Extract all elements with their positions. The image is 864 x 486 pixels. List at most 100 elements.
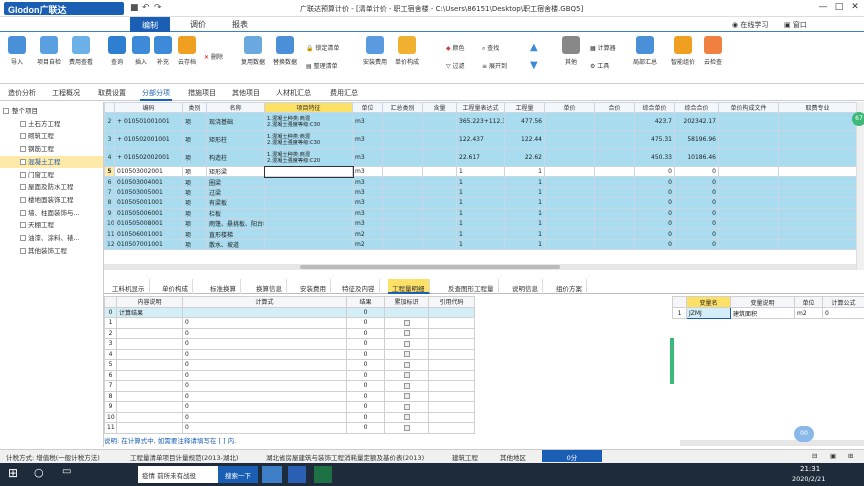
tab-other-items[interactable]: 其他项目	[232, 88, 260, 98]
cell-total[interactable]: 0	[674, 238, 719, 251]
accumulate-checkbox[interactable]	[403, 361, 410, 368]
cell-type[interactable]: 项	[182, 130, 207, 149]
table-row[interactable]: 6 010503004001 项圈梁 m3 1 1 0 0	[104, 176, 856, 188]
lower-cell-formula[interactable]: 0	[182, 359, 347, 371]
cell-total[interactable]: 58196.96	[674, 130, 719, 149]
cell-type[interactable]: 项	[182, 148, 207, 167]
cell-empty[interactable]	[544, 112, 595, 131]
cell-uprice[interactable]: 450.33	[634, 148, 675, 167]
cell-empty[interactable]	[778, 228, 856, 240]
cell-unit[interactable]: m3	[352, 207, 383, 219]
table-row[interactable]: 0 计算结果 0	[104, 306, 475, 318]
table-row[interactable]: 5 010503002001 项矩形梁 m3 1 1 0 0	[104, 165, 856, 178]
cell-empty[interactable]	[382, 197, 423, 209]
cell-empty[interactable]	[544, 186, 595, 199]
accumulate-checkbox[interactable]	[403, 330, 410, 337]
tree-item-3[interactable]: 钢筋工程	[0, 143, 103, 156]
cell-empty[interactable]	[778, 238, 856, 251]
cell-empty[interactable]	[422, 112, 457, 131]
lower-cell-empty[interactable]	[428, 380, 475, 392]
tab-sub-items[interactable]: 分部分项	[140, 85, 172, 101]
cell-total[interactable]: 202342.17	[674, 112, 719, 131]
cell-empty[interactable]	[544, 148, 595, 167]
cell-uprice[interactable]: 0	[634, 197, 675, 209]
lower-cell-desc[interactable]	[116, 359, 183, 371]
grid-header-13[interactable]: 单价构成文件	[718, 102, 779, 113]
install-fee-button[interactable]: 安装费用	[362, 36, 388, 66]
cell-empty[interactable]	[422, 148, 457, 167]
lower-cell-desc[interactable]: 计算结果	[116, 306, 183, 318]
other-button[interactable]: 其他	[558, 36, 584, 66]
cell-qty[interactable]: 1	[504, 176, 545, 188]
table-row[interactable]: 1 00	[104, 317, 475, 329]
tree-item-7[interactable]: 楼地面装饰工程	[0, 194, 103, 207]
lower-cell-empty[interactable]	[428, 306, 475, 318]
cell-name[interactable]: 矩形柱	[206, 130, 265, 149]
cell-code[interactable]: 010503004001	[114, 176, 183, 188]
cell-feature[interactable]	[264, 197, 353, 209]
cell-expr[interactable]: 1	[456, 176, 505, 188]
search-icon[interactable]: ○	[34, 466, 44, 483]
cell-empty[interactable]	[718, 165, 779, 178]
lower-cell-empty[interactable]	[428, 369, 475, 381]
move-up-icon[interactable]: ▲	[530, 42, 538, 53]
grid-header-11[interactable]: 综合单价	[634, 102, 675, 113]
lower-header-2[interactable]: 结果	[346, 296, 385, 308]
cell-uprice[interactable]: 0	[634, 228, 675, 240]
tree-item-9[interactable]: 天棚工程	[0, 219, 103, 232]
cell-empty[interactable]	[382, 217, 423, 230]
supplement-button[interactable]: 补充	[150, 36, 176, 66]
cell-expr[interactable]: 122.437	[456, 130, 505, 149]
expand-to-button[interactable]: ≡ 展开到	[482, 61, 507, 70]
cell-empty[interactable]	[594, 186, 635, 199]
grid-header-0[interactable]: 编码	[114, 102, 183, 113]
grid-header-10[interactable]: 合价	[594, 102, 635, 113]
cell-name[interactable]: 雨篷、悬挑板、阳台板	[206, 217, 265, 230]
cell-total[interactable]: 0	[674, 228, 719, 240]
cell-empty[interactable]	[382, 186, 423, 199]
lower-cell-formula[interactable]: 0	[182, 401, 347, 413]
cell-unit[interactable]: m2	[352, 228, 383, 240]
cell-total[interactable]: 0	[674, 176, 719, 188]
tab-cost-analysis[interactable]: 造价分析	[8, 88, 36, 98]
tree-item-2[interactable]: 砌筑工程	[0, 130, 103, 143]
grid-header-6[interactable]: 含量	[422, 102, 457, 113]
cell-type[interactable]: 项	[182, 238, 207, 251]
lower-header-0[interactable]: 内容说明	[116, 296, 183, 308]
accumulate-checkbox[interactable]	[403, 319, 410, 326]
cell-code[interactable]: 010503005001	[114, 186, 183, 199]
grid-header-9[interactable]: 单价	[544, 102, 595, 113]
cell-feature[interactable]	[264, 217, 353, 230]
cell-empty[interactable]	[544, 207, 595, 219]
cell-code[interactable]: 010505006001	[114, 207, 183, 219]
accumulate-checkbox[interactable]	[403, 372, 410, 379]
expand-row-icon[interactable]: +	[117, 136, 124, 143]
var-header-3[interactable]: 计算公式	[822, 296, 864, 308]
cell-qty[interactable]: 122.44	[504, 130, 545, 149]
lower-cell-formula[interactable]: 0	[182, 390, 347, 402]
tree-item-11[interactable]: 其他装饰工程	[0, 245, 103, 258]
undo-icon[interactable]: ↶	[142, 3, 150, 13]
cell-empty[interactable]	[594, 197, 635, 209]
lower-header-4[interactable]: 引用代码	[428, 296, 475, 308]
tree-item-5[interactable]: 门窗工程	[0, 169, 103, 182]
table-row[interactable]: 10 010505008001 项雨篷、悬挑板、阳台板 m3 1 1 0 0	[104, 217, 856, 230]
var-name-cell[interactable]: JZMJ	[686, 307, 731, 319]
tree-item-6[interactable]: 屋面及防水工程	[0, 181, 103, 194]
grid-header-7[interactable]: 工程量表达式	[456, 102, 505, 113]
cell-uprice[interactable]: 475.31	[634, 130, 675, 149]
detail-tab-8[interactable]: 说明信息	[508, 279, 543, 294]
lower-cell-empty[interactable]	[428, 327, 475, 339]
var-horizontal-scrollbar[interactable]	[680, 440, 864, 446]
cell-empty[interactable]	[778, 112, 856, 131]
lower-cell-desc[interactable]	[116, 327, 183, 339]
cell-total[interactable]: 0	[674, 165, 719, 178]
cell-empty[interactable]	[594, 148, 635, 167]
table-row[interactable]: 9 00	[104, 401, 475, 413]
accumulate-checkbox[interactable]	[403, 393, 410, 400]
table-row[interactable]: 4 00	[104, 348, 475, 360]
cell-name[interactable]: 过梁	[206, 186, 265, 199]
cell-empty[interactable]	[422, 165, 457, 178]
table-row[interactable]: 3 + 010502001001 项矩形柱 1.混凝土种类:商混 2.混凝土强度等级:C…	[104, 130, 856, 149]
cell-feature[interactable]	[264, 176, 353, 188]
